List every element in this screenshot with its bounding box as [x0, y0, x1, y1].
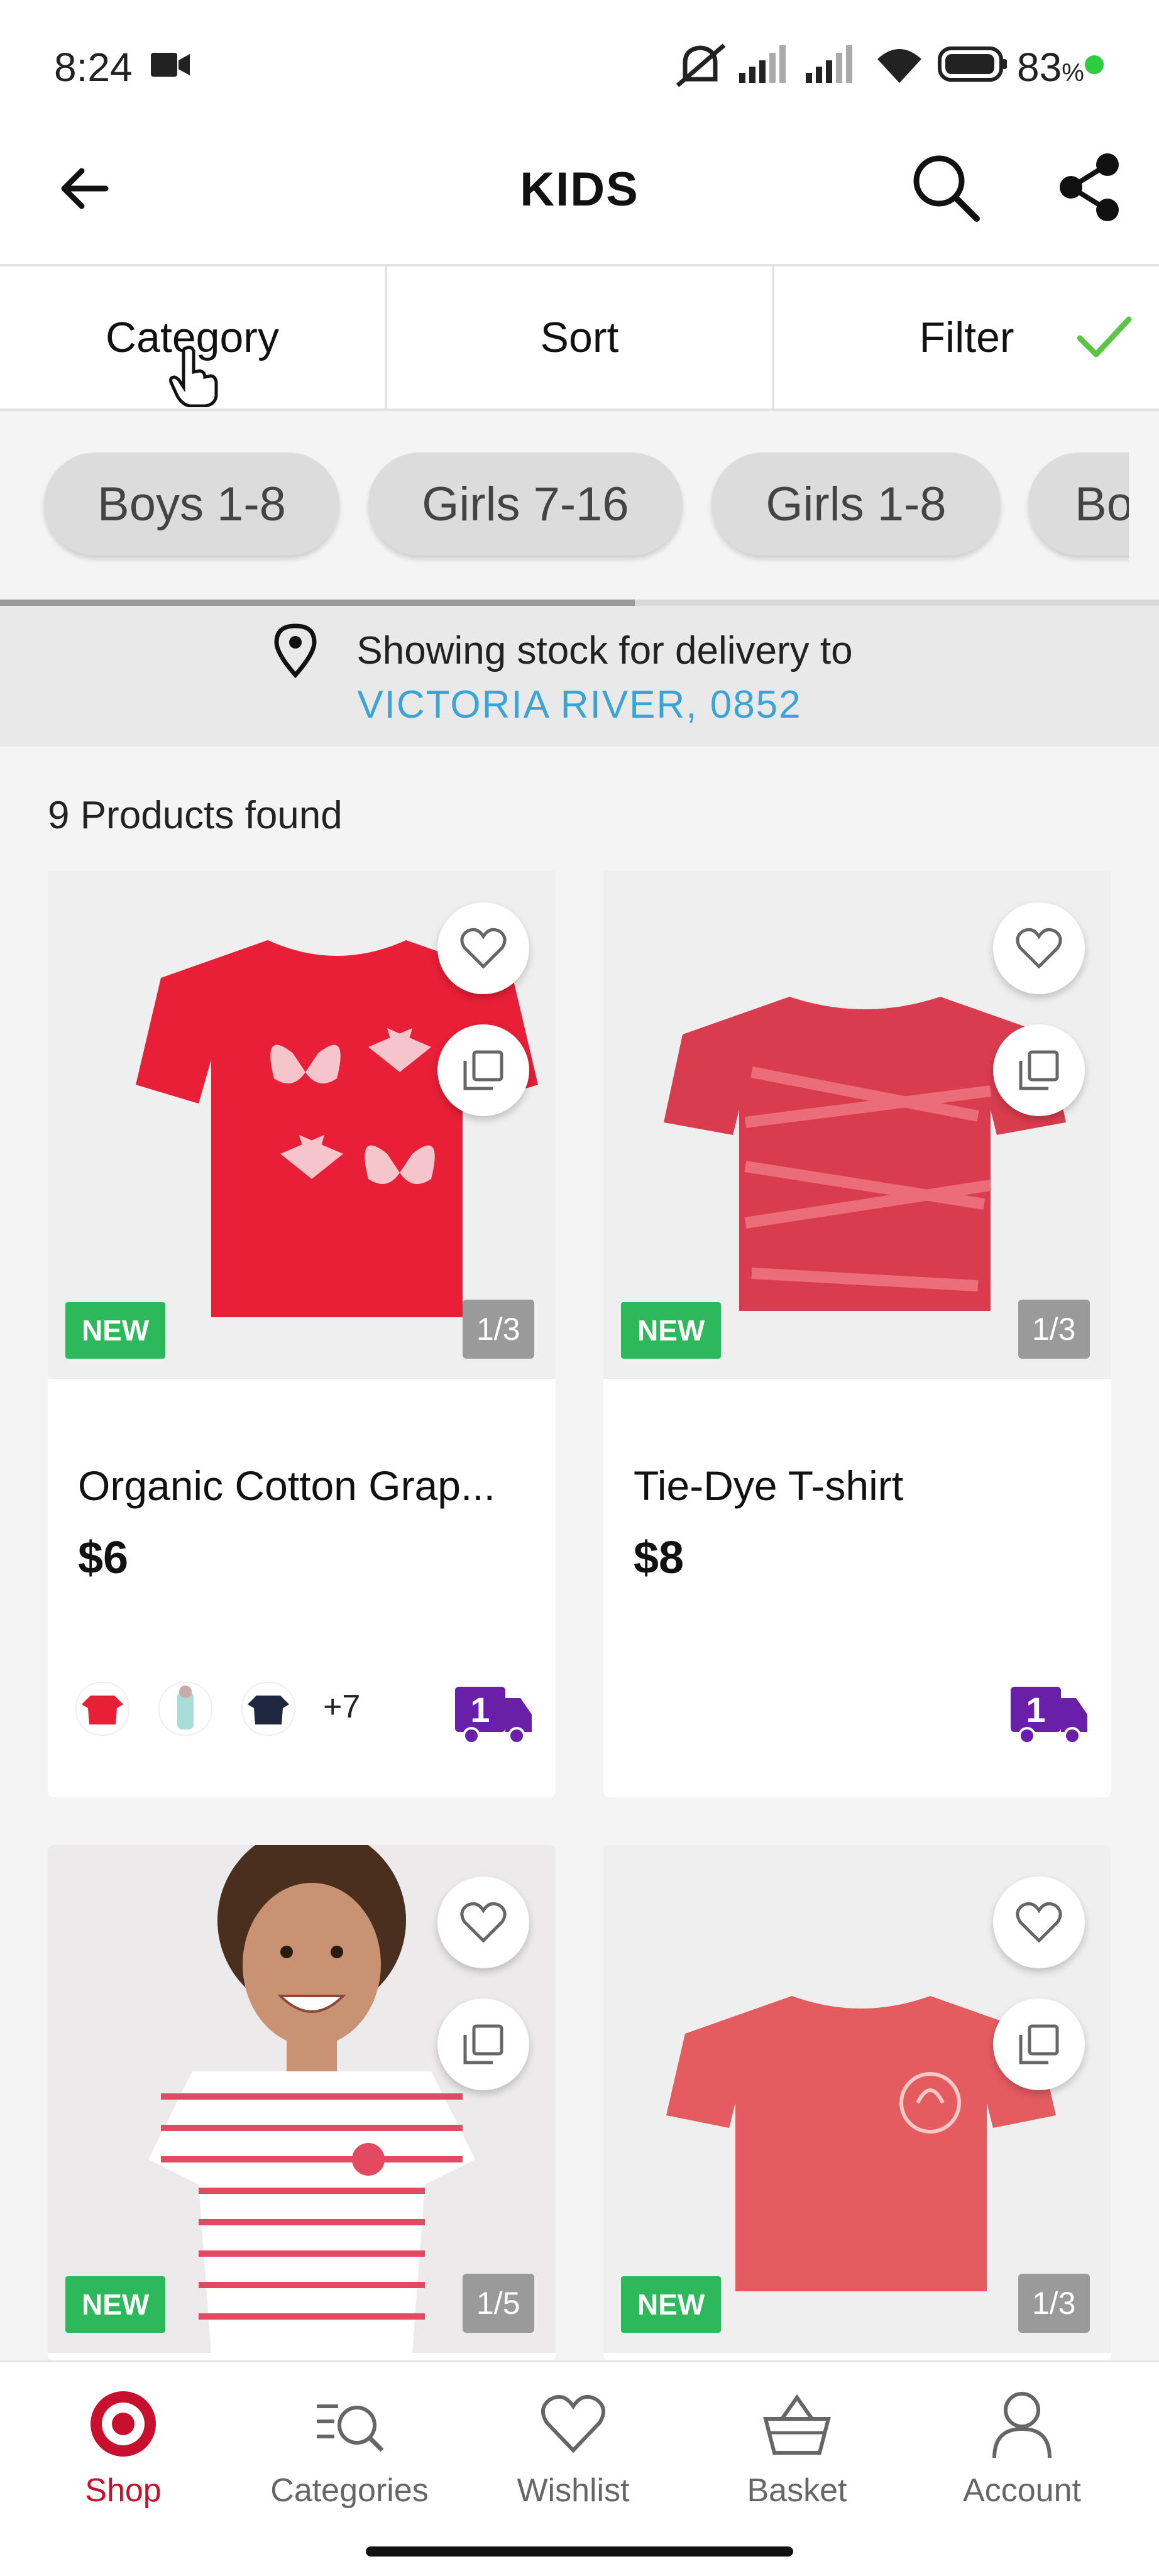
wishlist-button[interactable] [993, 902, 1085, 994]
wifi-icon [877, 49, 921, 83]
svg-text:1: 1 [470, 1690, 490, 1729]
wishlist-button[interactable] [437, 1877, 529, 1968]
search-icon[interactable] [909, 151, 982, 224]
compare-icon [1019, 2024, 1059, 2064]
product-card[interactable]: NEW 1/3 Organic Cotton Grap... $6 +7 1 [48, 871, 556, 1797]
nav-basket[interactable]: Basket [703, 2387, 891, 2509]
chip-girls-7-16[interactable]: Girls 7-16 [368, 452, 683, 556]
nav-shop[interactable]: Shop [29, 2387, 217, 2509]
nav-account[interactable]: Account [928, 2387, 1116, 2509]
app-header: KIDS [0, 132, 1159, 266]
wishlist-button[interactable] [437, 902, 529, 994]
nav-account-label: Account [963, 2472, 1081, 2509]
category-chips: Boys 1-8 Girls 7-16 Girls 1-8 Bo [0, 411, 1159, 606]
compare-button[interactable] [437, 1024, 529, 1116]
new-badge: NEW [65, 1302, 166, 1359]
image-count-badge: 1/5 [463, 2274, 534, 2333]
compare-icon [463, 1050, 503, 1090]
heart-icon [541, 2394, 605, 2453]
chips-edge-mask [1129, 411, 1159, 606]
tab-filter[interactable]: Filter [774, 266, 1159, 408]
nav-shop-label: Shop [85, 2472, 162, 2509]
bottom-navigation: Shop Categories Wishlist Basket Account [0, 2360, 1159, 2576]
chip-boys-1-8[interactable]: Boys 1-8 [44, 452, 339, 556]
video-camera-icon [151, 53, 190, 77]
product-price: $8 [634, 1533, 684, 1583]
tab-category[interactable]: Category [0, 266, 387, 408]
compare-button[interactable] [993, 1024, 1085, 1116]
nav-categories-label: Categories [270, 2472, 429, 2509]
product-price: $6 [78, 1533, 129, 1583]
battery-percent: 83% [1017, 45, 1084, 90]
checkmark-icon [1077, 316, 1132, 358]
person-icon [992, 2392, 1052, 2458]
status-time: 8:24 [54, 45, 133, 90]
product-image[interactable]: NEW 1/3 [603, 871, 1111, 1379]
color-swatch-navy[interactable] [241, 1682, 295, 1736]
target-icon [91, 2391, 156, 2457]
compare-icon [463, 2024, 503, 2064]
delivery-place-link[interactable]: VICTORIA RIVER, 0852 [0, 682, 1159, 727]
basket-icon [763, 2394, 831, 2455]
new-badge: NEW [621, 2276, 722, 2333]
image-count-badge: 1/3 [463, 1300, 534, 1359]
product-card[interactable]: NEW 1/3 Tie-Dye T-shirt $8 1 [603, 871, 1111, 1797]
new-badge: NEW [65, 2276, 166, 2333]
tab-sort[interactable]: Sort [387, 266, 774, 408]
girl-striped-top-image [148, 1845, 475, 2353]
filter-tabs: Category Sort Filter [0, 266, 1159, 411]
more-colors[interactable]: +7 [323, 1688, 360, 1726]
product-card[interactable]: NEW 1/5 [48, 1845, 556, 2360]
page-title: KIDS [520, 163, 639, 216]
results-count: 9 Products found [48, 794, 343, 837]
product-name[interactable]: Organic Cotton Grap... [78, 1462, 495, 1510]
product-name[interactable]: Tie-Dye T-shirt [634, 1462, 903, 1510]
image-count-badge: 1/3 [1018, 1300, 1090, 1359]
battery-icon [938, 47, 1007, 82]
nav-wishlist-label: Wishlist [517, 2472, 630, 2509]
status-bar: 8:24 83% [0, 0, 1159, 132]
signal-icon [806, 45, 852, 83]
heart-icon [1016, 1902, 1062, 1943]
heart-icon [460, 928, 507, 969]
mute-icon [676, 43, 726, 87]
home-indicator[interactable] [366, 2546, 793, 2557]
product-image[interactable]: NEW 1/3 [48, 871, 556, 1379]
product-image[interactable]: NEW 1/5 [48, 1845, 556, 2353]
nav-basket-label: Basket [747, 2472, 847, 2509]
wishlist-button[interactable] [993, 1877, 1085, 1968]
product-image[interactable]: NEW 1/3 [603, 1845, 1111, 2353]
product-card[interactable]: NEW 1/3 [603, 1845, 1111, 2360]
image-count-badge: 1/3 [1018, 2274, 1090, 2333]
compare-button[interactable] [993, 1998, 1085, 2090]
svg-text:1: 1 [1026, 1690, 1045, 1729]
share-icon[interactable] [1055, 151, 1124, 224]
fast-delivery-icon: 1 [1011, 1687, 1087, 1743]
chip-girls-1-8[interactable]: Girls 1-8 [711, 452, 1001, 556]
color-swatch-mint[interactable] [158, 1682, 212, 1736]
compare-icon [1019, 1050, 1059, 1090]
charging-dot [1085, 55, 1104, 74]
new-badge: NEW [621, 1302, 722, 1359]
heart-icon [460, 1902, 507, 1943]
color-swatch-red[interactable] [75, 1682, 129, 1736]
tab-sort-label: Sort [540, 314, 619, 361]
categories-search-icon [317, 2404, 384, 2452]
nav-wishlist[interactable]: Wishlist [479, 2387, 667, 2509]
signal-icon [739, 45, 786, 83]
compare-button[interactable] [437, 1998, 529, 2090]
chips-scroll-thumb[interactable] [0, 600, 635, 606]
fast-delivery-icon: 1 [455, 1687, 532, 1743]
nav-categories[interactable]: Categories [255, 2387, 444, 2509]
delivery-label: Showing stock for delivery to [356, 629, 853, 672]
heart-icon [1016, 928, 1062, 969]
hand-cursor-icon [169, 346, 218, 407]
tab-filter-label: Filter [919, 314, 1014, 361]
delivery-location-banner[interactable]: Showing stock for delivery to VICTORIA R… [0, 606, 1159, 747]
